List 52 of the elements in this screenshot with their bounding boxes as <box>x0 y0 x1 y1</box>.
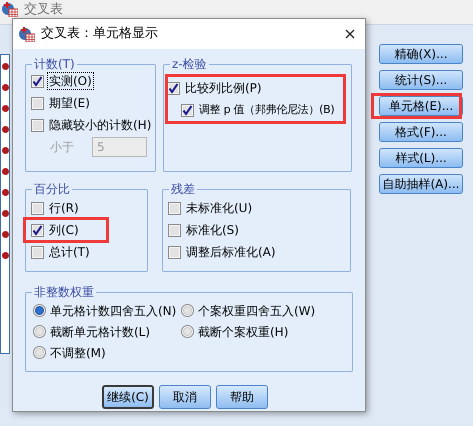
dialog-button[interactable]: 取消 <box>159 385 211 409</box>
checkbox-label[interactable]: 列(C) <box>48 222 80 238</box>
dialog-button[interactable]: 帮助 <box>216 385 268 409</box>
radio-label[interactable]: 截断单元格计数(L) <box>50 322 150 340</box>
side-button[interactable]: 样式(L)... <box>379 148 463 168</box>
radio-label[interactable]: 单元格计数四舍五入(N) <box>50 302 176 320</box>
checkbox-label[interactable]: 行(R) <box>48 200 80 216</box>
checkbox[interactable] <box>31 224 44 236</box>
checkbox-label[interactable]: 比较列比例(P) <box>184 80 263 96</box>
checkbox[interactable] <box>167 82 180 94</box>
checkbox-label[interactable]: 隐藏较小的计数(H) <box>48 117 152 133</box>
checkbox-label[interactable]: 期望(E) <box>48 95 91 111</box>
radio-label[interactable]: 不调整(M) <box>50 344 106 362</box>
checkbox[interactable] <box>168 202 181 214</box>
group-label: 残差 <box>169 181 197 197</box>
radio-button[interactable] <box>181 304 194 317</box>
side-button[interactable]: 精确(X)... <box>379 44 463 64</box>
group-label: 非整数权重 <box>32 284 96 300</box>
close-icon[interactable] <box>345 29 355 39</box>
checkbox[interactable] <box>181 104 194 116</box>
dialog-title: 交叉表：单元格显示 <box>41 25 159 44</box>
field-label: 小于 <box>50 139 74 156</box>
checkbox[interactable] <box>31 118 44 132</box>
radio-label[interactable]: 个案权重四舍五入(W) <box>198 302 316 320</box>
side-button[interactable]: 统计(S)... <box>379 70 463 90</box>
checkbox-label[interactable]: 实测(O) <box>48 73 93 89</box>
group-label: z-检验 <box>170 56 209 72</box>
side-button[interactable]: 自助抽样(A)... <box>379 174 463 194</box>
radio-button[interactable] <box>33 325 46 338</box>
app-icon <box>2 1 18 17</box>
group-label: 百分比 <box>32 181 72 197</box>
checkbox-label[interactable]: 未标准化(U) <box>185 200 254 216</box>
group-label: 计数(T) <box>32 56 77 72</box>
checkbox[interactable] <box>168 224 181 236</box>
checkbox[interactable] <box>168 246 181 258</box>
checkbox-label[interactable]: 调整 p 值（邦弗伦尼法）(B) <box>198 102 336 118</box>
checkbox-label[interactable]: 调整后标准化(A) <box>185 244 277 260</box>
checkbox-label[interactable]: 总计(T) <box>48 244 91 260</box>
side-button[interactable]: 单元格(E)... <box>379 96 463 116</box>
radio-button[interactable] <box>33 346 46 359</box>
radio-label[interactable]: 截断个案权重(H) <box>198 322 288 340</box>
checkbox[interactable] <box>31 246 44 258</box>
checkbox[interactable] <box>31 202 44 214</box>
checkbox-label[interactable]: 标准化(S) <box>185 222 240 238</box>
checkbox[interactable] <box>31 74 44 88</box>
radio-button[interactable] <box>33 304 46 317</box>
dialog-button[interactable]: 继续(C) <box>102 385 154 409</box>
radio-button[interactable] <box>181 325 194 338</box>
checkbox[interactable] <box>31 96 44 110</box>
app-icon <box>19 26 35 42</box>
window-title: 交叉表 <box>24 2 63 16</box>
side-button[interactable]: 格式(F)... <box>379 122 463 142</box>
